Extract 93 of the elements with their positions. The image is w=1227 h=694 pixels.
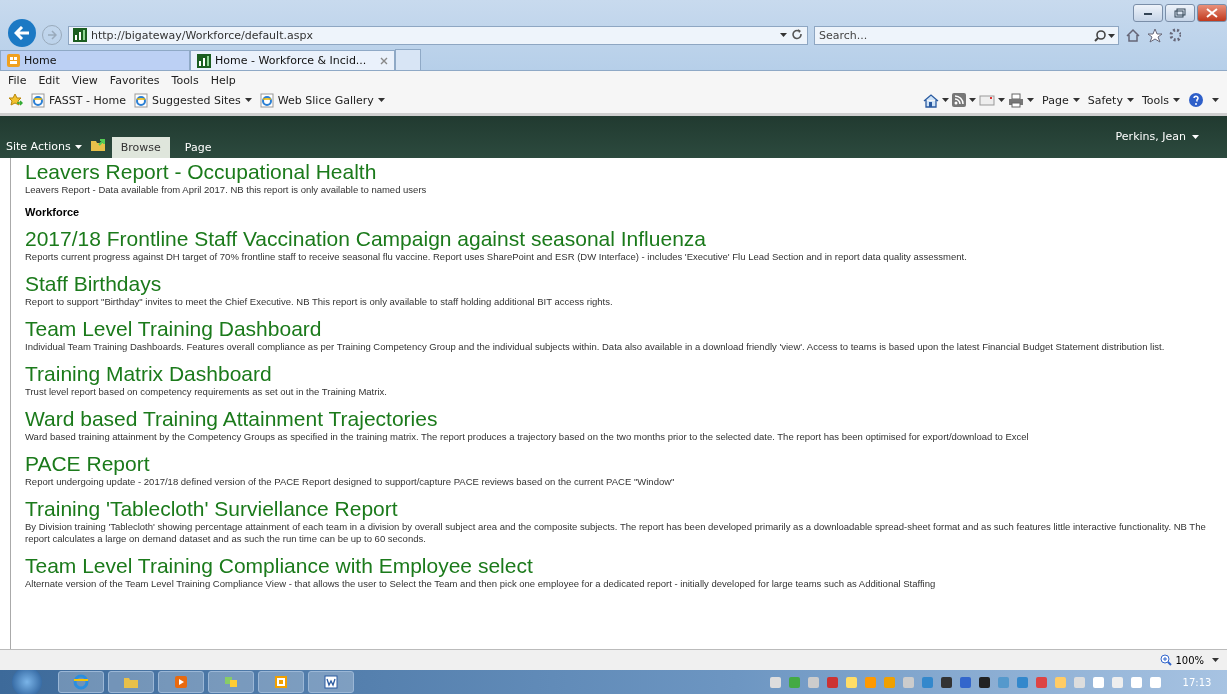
folder-icon[interactable] [89, 137, 106, 152]
section-heading: Workforce [25, 206, 80, 218]
favorites-link[interactable]: Web Slice Gallery [259, 92, 385, 108]
feed-icon[interactable] [952, 93, 967, 107]
app-icon[interactable] [223, 674, 239, 690]
caret-icon[interactable] [1126, 98, 1134, 102]
ribbon-tab[interactable]: Browse [111, 137, 170, 158]
start-button[interactable] [12, 670, 42, 694]
address-field[interactable]: http://bigateway/Workforce/default.aspx [68, 25, 808, 45]
ribbon-tab[interactable]: Page [175, 137, 221, 158]
report-link[interactable]: Team Level Training Compliance with Employee select [25, 554, 533, 578]
report-link[interactable]: PACE Report [25, 452, 150, 476]
favorites-link[interactable]: Suggested Sites [134, 92, 252, 108]
new-tab-button[interactable] [395, 49, 422, 70]
printer-icon[interactable] [1008, 92, 1025, 108]
taskbar-button[interactable] [58, 671, 104, 693]
home-icon[interactable] [923, 92, 940, 108]
command-menu[interactable]: Safety [1087, 93, 1134, 107]
report-link[interactable]: Team Level Training Dashboard [25, 317, 322, 341]
report-link[interactable]: Training 'Tablecloth' Surviellance Report [25, 497, 398, 521]
star-icon[interactable] [1147, 27, 1163, 43]
back-button[interactable] [8, 19, 36, 47]
caret-icon[interactable] [969, 98, 977, 102]
close-icon [1204, 8, 1220, 18]
close-tab-icon[interactable] [380, 56, 389, 65]
menu-item[interactable]: File [8, 74, 27, 87]
menu-item[interactable]: View [71, 74, 98, 87]
report-link[interactable]: Leavers Report - Occupational Health [25, 160, 377, 184]
taskbar-button[interactable] [108, 671, 154, 693]
zoom-icon[interactable] [1160, 654, 1173, 666]
tray-icon[interactable] [939, 674, 954, 690]
report-link[interactable]: Training Matrix Dashboard [25, 362, 272, 386]
restore-icon [1172, 8, 1188, 18]
report-description: Ward based training attainment by the Competency Groups as specified in the training matrix. The report produces a trajectory based on the two months prior to the selected date. The report has been optimised for export/download to Excel [25, 431, 1030, 443]
caret-icon[interactable] [1192, 134, 1199, 139]
taskbar-button[interactable] [308, 671, 354, 693]
caret-icon[interactable] [1108, 33, 1115, 38]
search-icon[interactable] [1094, 29, 1106, 42]
tray-icon[interactable] [977, 674, 992, 690]
user-menu[interactable]: Perkins, Jean [1115, 130, 1199, 143]
browser-tab[interactable]: Home [0, 50, 190, 70]
report-description: Alternate version of the Team Level Training Compliance View - that allows the user to Select the Team and then pick one employee for a dedicated report - initially developed for large teams such as Additional Staffing [25, 578, 937, 590]
caret-icon[interactable] [377, 98, 385, 102]
report-description: By Division training 'Tablecloth' showing percentage attainment of each team in a division by overall subject area and the composite subjects. The report has been developed primarily as a downloadable spread-sheet format and as such features little interactive functionality. NB The report calculates a large on demand dataset and as such the run time can be up to 60 seconds. [25, 521, 1207, 545]
caret-icon[interactable] [942, 98, 950, 102]
report-link[interactable]: 2017/18 Frontline Staff Vaccination Campaign against seasonal Influenza [25, 227, 706, 251]
command-menu[interactable]: Page [1042, 93, 1080, 107]
menu-item[interactable]: Favorites [109, 74, 160, 87]
report-link[interactable]: Staff Birthdays [25, 272, 162, 296]
command-menu[interactable]: Tools [1141, 93, 1180, 107]
minimize-button[interactable] [1133, 4, 1163, 22]
report-description: Leavers Report - Data available from April 2017. NB this report is only available to named users [25, 184, 428, 196]
menu-item[interactable]: Tools [171, 74, 199, 87]
report-link[interactable]: Ward based Training Attainment Trajectories [25, 407, 438, 431]
caret-icon[interactable] [1072, 98, 1080, 102]
caret-icon[interactable] [780, 33, 787, 37]
site-icon [73, 28, 87, 42]
restore-button[interactable] [1165, 4, 1195, 22]
caret-icon[interactable] [1212, 98, 1219, 102]
menu-item[interactable]: Edit [38, 74, 60, 87]
favorites-link[interactable]: FASST - Home [31, 92, 126, 108]
settings-icon[interactable] [1169, 28, 1181, 42]
caret-icon[interactable] [74, 144, 82, 149]
caret-icon[interactable] [998, 98, 1006, 102]
close-button[interactable] [1197, 4, 1227, 22]
search-field[interactable]: Search... [814, 25, 1119, 45]
report-description: Report undergoing update - 2017/18 defined version of the PACE Report designed to support/capture PACE reviews based on the current PACE "Window" [25, 476, 676, 488]
home-page-icon [7, 54, 20, 67]
caret-icon[interactable] [244, 98, 252, 102]
report-description: Trust level report based on competency requirements as set out in the Training Matrix. [25, 386, 388, 398]
media-icon[interactable] [173, 674, 189, 690]
menu-item[interactable]: Help [210, 74, 236, 87]
caret-icon[interactable] [1173, 98, 1180, 102]
browser-icon[interactable] [73, 674, 89, 690]
word-icon[interactable] [323, 674, 339, 690]
site-actions-menu[interactable]: Site Actions [6, 140, 82, 153]
zoom-control[interactable]: 100% [1160, 654, 1204, 666]
forward-arrow-icon [47, 30, 57, 40]
back-arrow-icon [14, 26, 30, 40]
report-description: Individual Team Training Dashboards. Features overall compliance as per Training Competency Group and the individual subjects within. Data also available in a download friendly 'view'. Access to teams is based upon the latest Financial Budget Statement distribution list. [25, 341, 1166, 353]
refresh-icon[interactable] [791, 29, 803, 41]
outlook-icon[interactable] [273, 674, 289, 690]
caret-icon[interactable] [1212, 658, 1219, 662]
report-description: Reports current progress against DH target of 70% frontline staff to receive seasonal flu vaccine. Report uses SharePoint and ESR (DW Interface) - includes 'Executive' Flu Lead Section and in report data quality assessment. [25, 251, 968, 263]
site-icon [197, 53, 211, 68]
taskbar-button[interactable] [208, 671, 254, 693]
caret-icon[interactable] [1027, 98, 1035, 102]
taskbar-button[interactable] [258, 671, 304, 693]
report-description: Report to support "Birthday" invites to meet the Chief Executive. NB This report is only available to staff holding additional BIT access rights. [25, 296, 614, 308]
help-icon[interactable] [1188, 92, 1204, 108]
favorites-star-icon[interactable] [8, 93, 23, 107]
browser-tab[interactable]: Home - Workforce & Incid... [190, 50, 396, 70]
home-icon[interactable] [1125, 28, 1141, 42]
